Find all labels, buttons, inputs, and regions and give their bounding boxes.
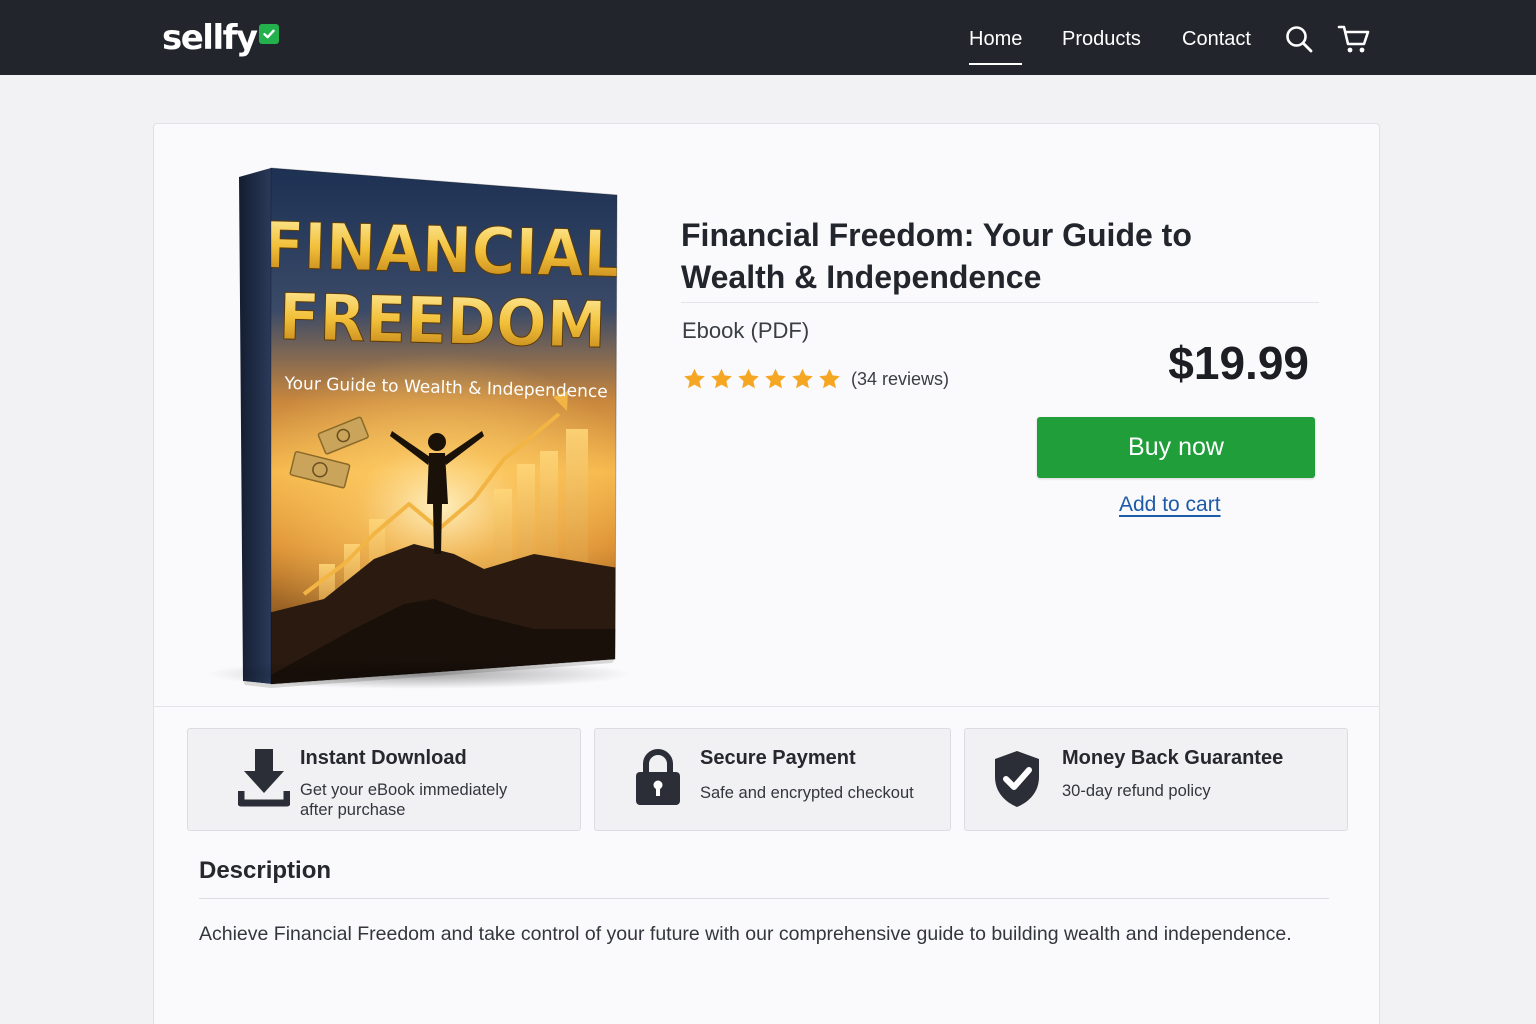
download-icon bbox=[237, 747, 291, 814]
cart-icon[interactable] bbox=[1337, 22, 1371, 56]
star-rating bbox=[682, 367, 842, 391]
cover-title-line2: FREEDOM bbox=[278, 280, 607, 363]
product-title: Financial Freedom: Your Guide to Wealth … bbox=[681, 217, 1192, 295]
lock-icon bbox=[633, 747, 683, 812]
feature-title: Instant Download bbox=[300, 747, 467, 769]
star-icon bbox=[738, 368, 759, 389]
search-icon[interactable] bbox=[1282, 22, 1316, 56]
title-divider bbox=[681, 302, 1319, 303]
product-format: Ebook (PDF) bbox=[682, 318, 810, 343]
feature-instant-download: Instant Download Get your eBook immediat… bbox=[187, 728, 581, 831]
section-divider bbox=[154, 706, 1379, 707]
description-text: Achieve Financial Freedom and take contr… bbox=[199, 923, 1292, 945]
feature-money-back: Money Back Guarantee 30-day refund polic… bbox=[964, 728, 1348, 831]
cover-title-line1: FINANCIAL bbox=[262, 208, 622, 292]
feature-title: Money Back Guarantee bbox=[1062, 747, 1284, 769]
feature-secure-payment: Secure Payment Safe and encrypted checko… bbox=[594, 728, 951, 831]
product-card: FINANCIAL FREEDOM Your Guide to Wealth &… bbox=[153, 123, 1380, 1024]
star-icon bbox=[792, 368, 813, 389]
nav-active-underline bbox=[969, 63, 1022, 65]
feature-text: after purchase bbox=[300, 801, 406, 819]
add-to-cart-link[interactable]: Add to cart bbox=[1119, 492, 1221, 518]
feature-title: Secure Payment bbox=[700, 747, 856, 769]
shield-check-icon bbox=[991, 749, 1043, 814]
description-divider bbox=[199, 898, 1329, 899]
nav-home-link[interactable]: Home bbox=[969, 26, 1022, 52]
description-heading: Description bbox=[199, 857, 332, 884]
star-icon bbox=[765, 368, 786, 389]
sellfy-logo[interactable]: sellfy bbox=[162, 16, 279, 60]
nav-contact-link[interactable]: Contact bbox=[1182, 26, 1251, 52]
top-nav-bar: sellfy Home Products Contact bbox=[0, 0, 1536, 75]
feature-text: Get your eBook immediately bbox=[300, 781, 508, 799]
product-cover-image: FINANCIAL FREEDOM Your Guide to Wealth &… bbox=[174, 159, 654, 699]
star-icon bbox=[819, 368, 840, 389]
feature-text: Safe and encrypted checkout bbox=[700, 784, 914, 802]
star-icon bbox=[684, 368, 705, 389]
logo-check-icon bbox=[258, 24, 279, 44]
product-price: $19.99 bbox=[1168, 337, 1309, 389]
rating-row: (34 reviews) bbox=[682, 367, 949, 391]
review-count[interactable]: (34 reviews) bbox=[851, 368, 949, 390]
star-icon bbox=[711, 368, 732, 389]
feature-text: 30-day refund policy bbox=[1062, 782, 1211, 800]
book-shadow bbox=[204, 659, 634, 689]
logo-text: sellfy bbox=[162, 18, 258, 58]
buy-now-button[interactable]: Buy now bbox=[1037, 417, 1315, 478]
nav-products-link[interactable]: Products bbox=[1062, 26, 1141, 52]
